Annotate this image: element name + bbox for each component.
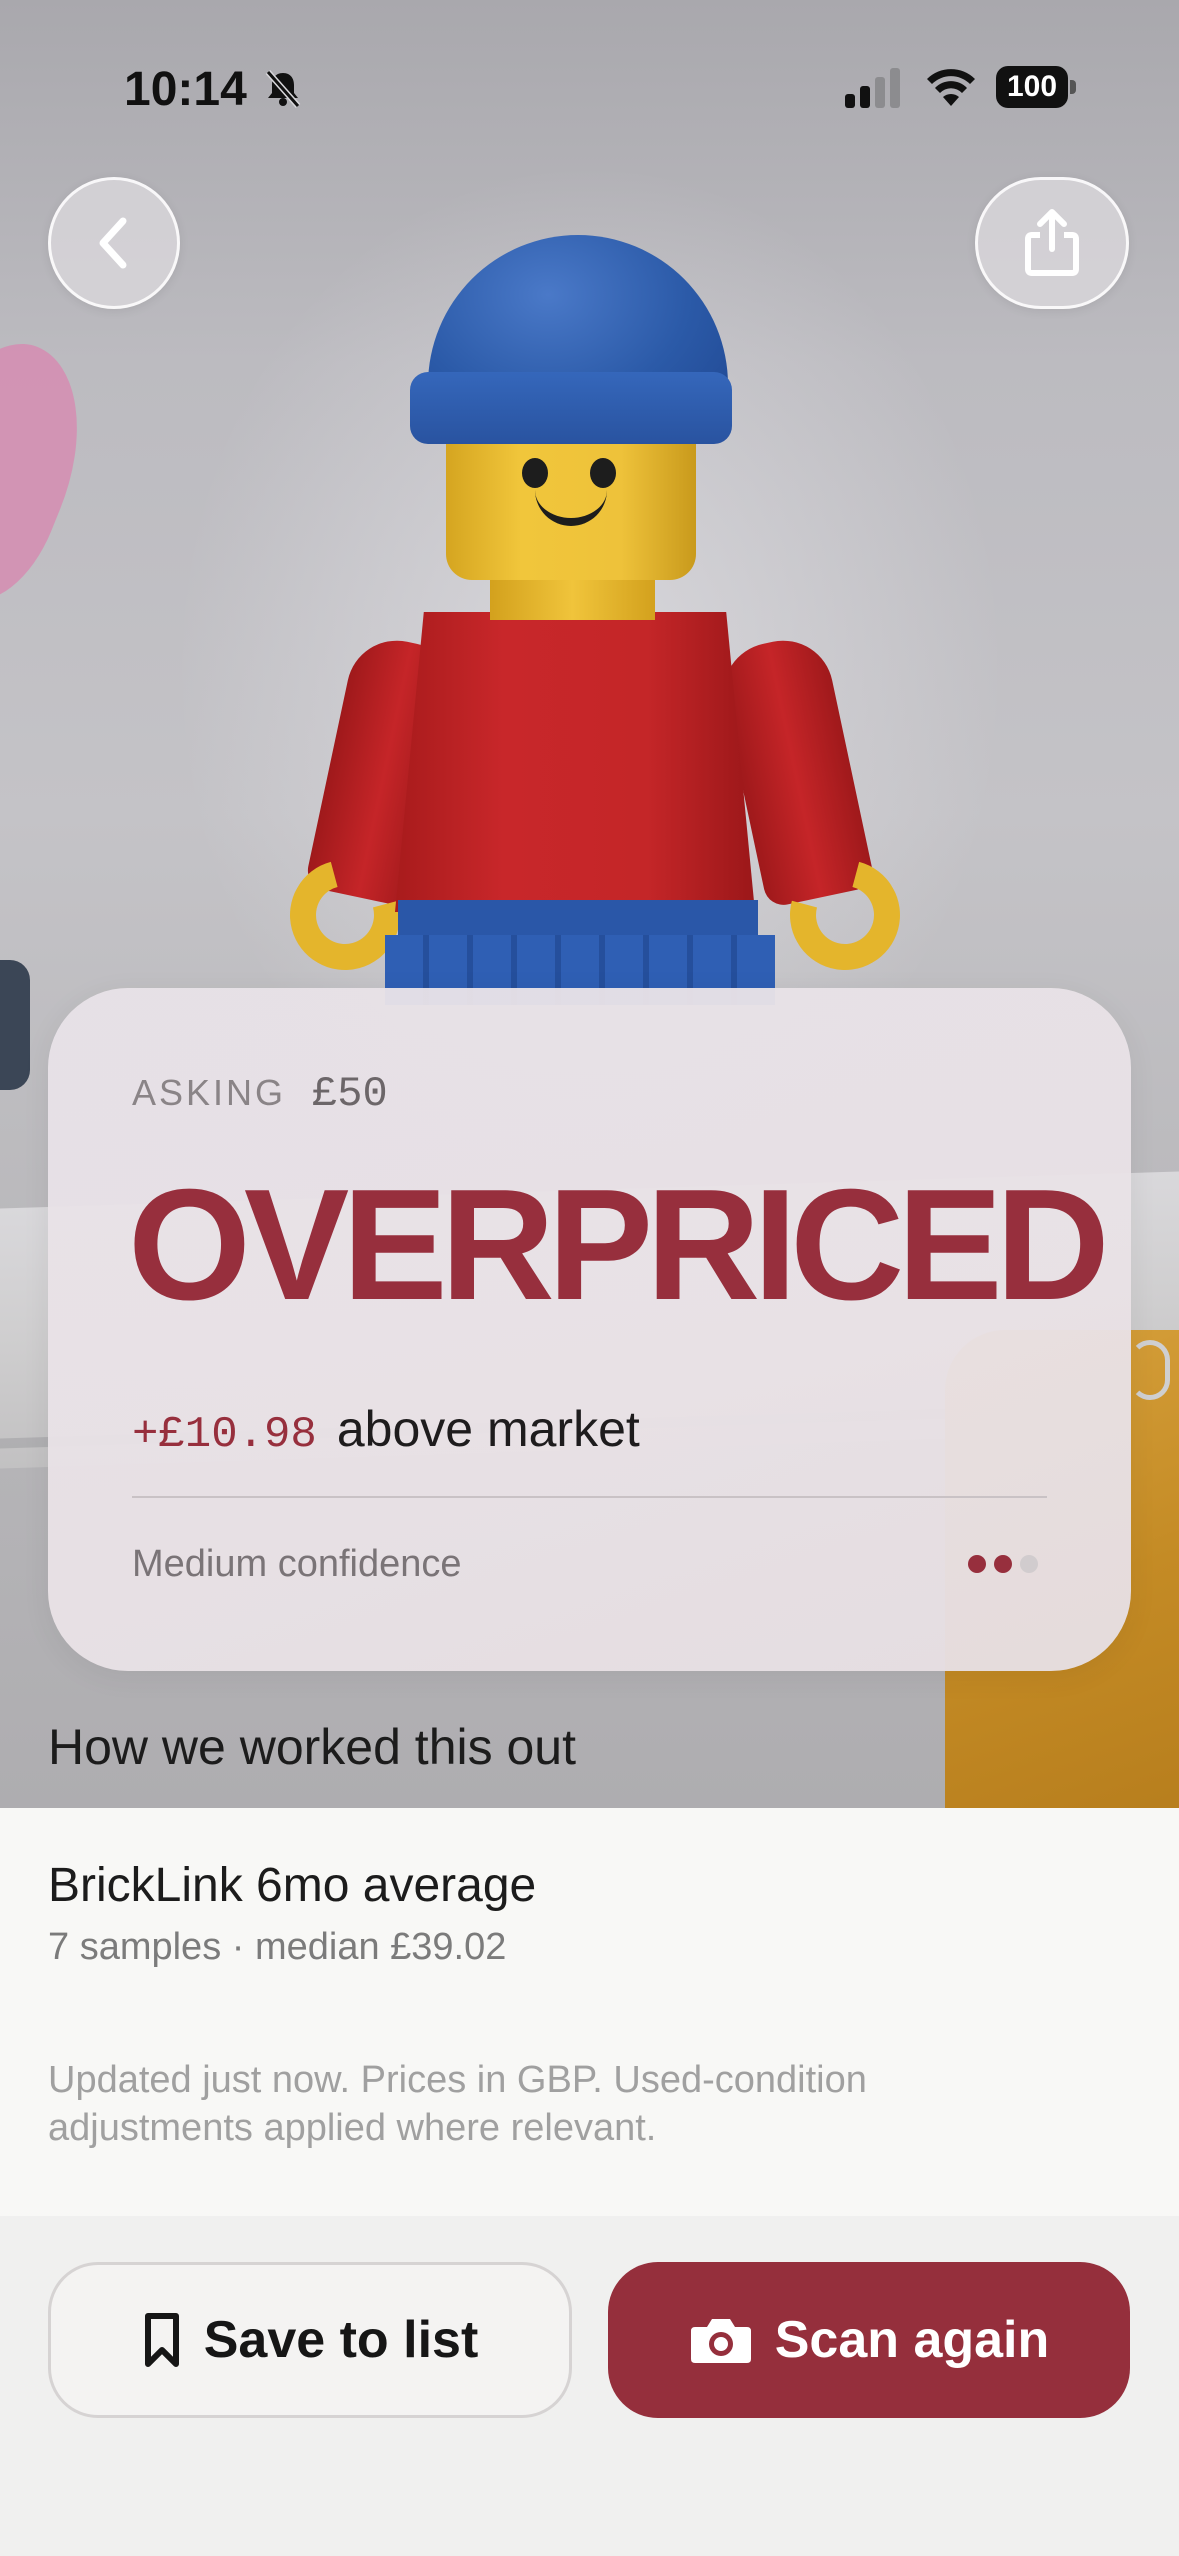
section-heading: How we worked this out	[48, 1719, 577, 1775]
verdict-title: OVERPRICED	[128, 1157, 1110, 1333]
confidence-dot	[994, 1555, 1012, 1573]
price-difference-row: +£10.98 above market	[132, 1400, 640, 1460]
confidence-dot	[968, 1555, 986, 1573]
footnote: Updated just now. Prices in GBP. Used-co…	[48, 2059, 867, 2149]
battery-icon: 100	[996, 66, 1076, 108]
confidence-dot	[1020, 1555, 1038, 1573]
confidence-indicator	[968, 1555, 1038, 1573]
minifigure-eye	[590, 458, 616, 488]
battery-nub	[1070, 80, 1076, 94]
chevron-left-icon	[99, 217, 127, 269]
price-difference: +£10.98	[132, 1410, 317, 1460]
asking-price: £50	[312, 1070, 388, 1118]
background-hook	[1130, 1340, 1170, 1400]
scan-button-label: Scan again	[774, 2311, 1050, 2369]
minifigure-torso	[395, 612, 755, 912]
asking-price-row: ASKING £50	[132, 1070, 388, 1118]
price-difference-label: above market	[336, 1401, 640, 1457]
share-button[interactable]	[975, 177, 1129, 309]
source-subtitle: 7 samples · median £39.02	[48, 1926, 507, 1968]
lego-minifigure	[0, 0, 1179, 1005]
minifigure-eye	[522, 458, 548, 488]
status-time: 10:14	[124, 63, 247, 116]
bookmark-icon	[144, 2313, 179, 2367]
back-button[interactable]	[48, 177, 180, 309]
verdict-card: ASKING £50 OVERPRICED +£10.98 above mark…	[48, 988, 1131, 1671]
save-button-label: Save to list	[203, 2311, 479, 2369]
battery-level: 100	[996, 66, 1068, 108]
minifigure-hat-brim	[410, 372, 732, 444]
minifigure-hips	[398, 900, 758, 940]
cellular-signal-icon	[845, 68, 900, 108]
share-icon	[1025, 209, 1079, 276]
scan-again-button[interactable]: Scan again	[608, 2262, 1130, 2418]
divider	[132, 1496, 1047, 1498]
wifi-icon	[927, 69, 975, 106]
source-title: BrickLink 6mo average	[48, 1859, 537, 1912]
confidence-label: Medium confidence	[132, 1543, 462, 1585]
asking-label: ASKING	[132, 1072, 287, 1113]
action-bar: Save to list Scan again	[0, 2216, 1179, 2556]
bell-muted-icon	[265, 70, 301, 108]
save-to-list-button[interactable]: Save to list	[48, 2262, 572, 2418]
camera-icon	[690, 2319, 751, 2363]
price-source-panel: BrickLink 6mo average 7 samples · median…	[0, 1808, 1179, 2216]
